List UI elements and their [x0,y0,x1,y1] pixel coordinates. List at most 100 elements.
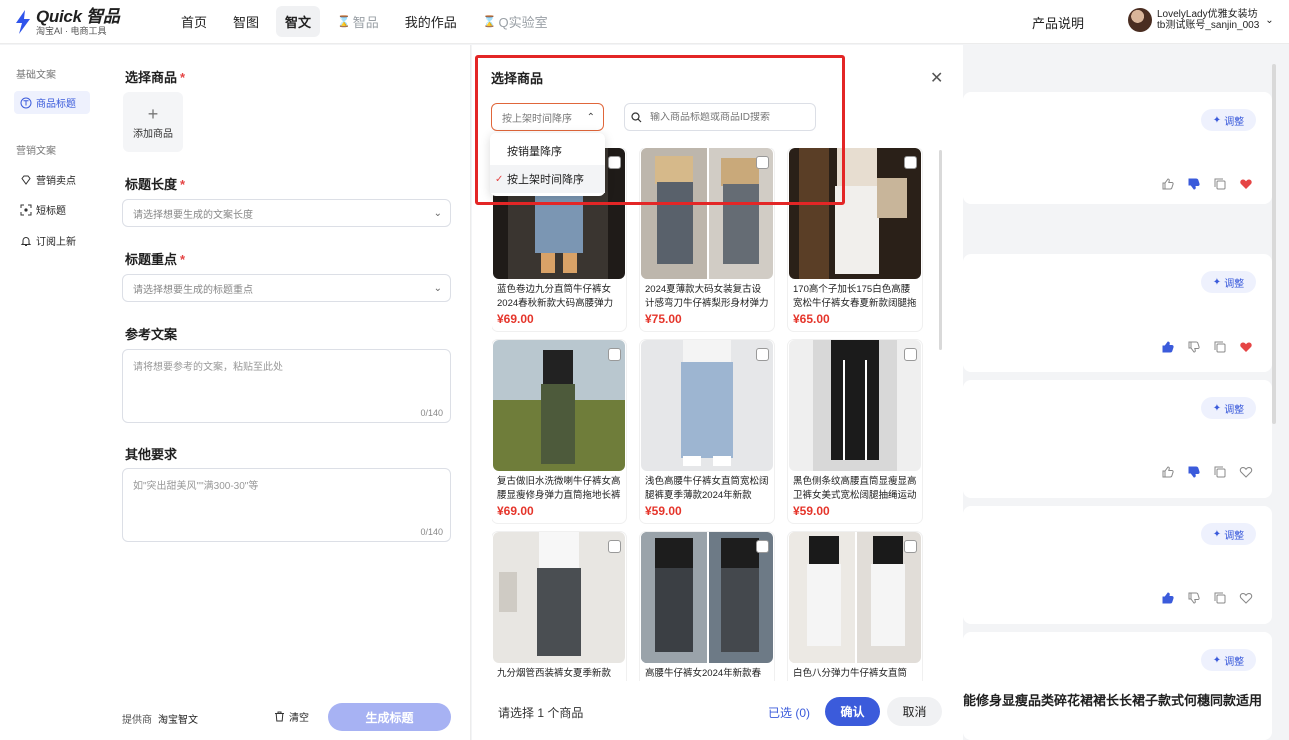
product-description-link[interactable]: 产品说明 [1032,13,1084,32]
product-checkbox[interactable] [756,540,769,553]
sort-option-sales[interactable]: 按销量降序 [490,137,605,165]
copy-icon[interactable] [1213,465,1227,479]
sparkle-icon: ✦ [1212,114,1222,126]
product-title: 黑色侧条纹高腰直筒显瘦显高卫裤女美式宽松阔腿抽绳运动裤 [793,476,917,501]
user-name: LovelyLady优雅女装坊 [1157,8,1258,20]
product-card[interactable]: 高腰牛仔裤女2024年新款春 [640,532,774,681]
result-actions [1161,591,1253,605]
product-card[interactable]: 浅色高腰牛仔裤女直筒宽松阔腿裤夏季薄款2024年新款 ¥59.00 [640,340,774,523]
sidebar-item-short-title[interactable]: 短标题 [14,198,90,221]
product-image [641,340,773,471]
result-card: ✦ 调整 [963,92,1272,204]
results-panel: ✦ 调整 ✦ 调整 ✦ 调整 ✦ 调整 ✦ 调整 能修身显瘦品类碎花裙裙长长裙子… [963,45,1289,740]
product-card[interactable]: 复古做旧水洗微喇牛仔裤女高腰显瘦修身弹力直筒拖地长裤 ¥69.00 [492,340,626,523]
product-checkbox[interactable] [904,348,917,361]
product-checkbox[interactable] [608,348,621,361]
heart-icon[interactable] [1239,177,1253,191]
sidebar-item-selling-points[interactable]: 营销卖点 [14,168,90,191]
nav-home[interactable]: 首页 [172,6,216,37]
thumbs-down-icon[interactable] [1187,465,1201,479]
sidebar-item-product-title[interactable]: 商品标题 [14,91,90,114]
copy-icon[interactable] [1213,591,1227,605]
logo[interactable]: Quick 智品 淘宝AI · 电商工具 [14,8,164,36]
add-product-button[interactable]: + 添加商品 [123,92,183,152]
confirm-button[interactable]: 确认 [825,697,880,726]
adjust-button[interactable]: ✦ 调整 [1201,649,1256,671]
product-price: ¥65.00 [793,312,830,326]
result-card: ✦ 调整 [963,254,1272,372]
results-scrollbar[interactable] [1272,64,1276,424]
reference-placeholder: 请将想要参考的文案，粘贴至此处 [133,362,283,373]
search-input[interactable] [650,111,810,123]
bell-icon [20,236,32,246]
thumbs-down-icon[interactable] [1187,591,1201,605]
clear-button[interactable]: 清空 [274,709,309,724]
product-checkbox[interactable] [904,540,917,553]
thumbs-up-icon[interactable] [1161,465,1175,479]
reference-textarea[interactable]: 请将想要参考的文案，粘贴至此处 0/140 [122,349,451,423]
result-card: ✦ 调整 [963,380,1272,498]
sidebar-item-label: 订阅上新 [36,237,76,248]
modal-scrollbar[interactable] [939,150,942,350]
product-card[interactable]: 黑色侧条纹高腰直筒显瘦显高卫裤女美式宽松阔腿抽绳运动裤 ¥59.00 [788,340,922,523]
thumbs-up-icon[interactable] [1161,340,1175,354]
sort-select[interactable]: 按上架时间降序 ⌃ [491,103,604,131]
generate-title-button[interactable]: 生成标题 [328,703,451,731]
plus-icon: + [147,103,159,124]
cancel-button[interactable]: 取消 [887,697,942,726]
product-checkbox[interactable] [756,348,769,361]
nav-lab[interactable]: ⌛ Q实验室 [474,6,557,37]
title-length-select[interactable]: 请选择想要生成的文案长度 ⌄ [122,199,451,227]
other-requirements-textarea[interactable]: 如"突出甜美风""满300-30"等 0/140 [122,468,451,542]
product-title: 复古做旧水洗微喇牛仔裤女高腰显瘦修身弹力直筒拖地长裤 [497,476,621,501]
adjust-button[interactable]: ✦ 调整 [1201,271,1256,293]
product-title: 170高个子加长175白色高腰宽松牛仔裤女春夏新款阔腿拖地 [793,284,917,309]
heart-icon[interactable] [1239,340,1253,354]
sort-value: 按上架时间降序 [502,113,572,125]
sidebar-item-subscribe[interactable]: 订阅上新 [14,229,90,252]
product-card[interactable]: 170高个子加长175白色高腰宽松牛仔裤女春夏新款阔腿拖地 ¥65.00 [788,148,922,331]
nav-my-works[interactable]: 我的作品 [396,6,466,37]
chevron-down-icon: ⌄ [433,282,442,294]
heart-outline-icon[interactable] [1239,465,1253,479]
selected-count-link[interactable]: 已选 (0) [768,704,810,721]
logo-title: Quick 智品 [36,6,120,26]
result-actions [1161,340,1253,354]
product-checkbox[interactable] [608,540,621,553]
heart-outline-icon[interactable] [1239,591,1253,605]
user-menu[interactable]: LovelyLady优雅女装坊 tb测试账号_sanjin_003 ⌄ [1128,8,1274,32]
product-price: ¥75.00 [645,312,682,326]
product-card[interactable]: 白色八分弹力牛仔裤女直筒 [788,532,922,681]
copy-icon[interactable] [1213,177,1227,191]
thumbs-down-icon[interactable] [1187,177,1201,191]
thumbs-up-icon[interactable] [1161,177,1175,191]
thumbs-up-icon[interactable] [1161,591,1175,605]
result-actions [1161,465,1253,479]
adjust-button[interactable]: ✦ 调整 [1201,523,1256,545]
sort-option-listing-time[interactable]: ✓ 按上架时间降序 [490,165,605,193]
nav-product[interactable]: ⌛ 智品 [328,6,388,37]
adjust-button[interactable]: ✦ 调整 [1201,109,1256,131]
sparkle-icon: ✦ [1212,528,1222,540]
product-checkbox[interactable] [904,156,917,169]
copy-icon[interactable] [1213,340,1227,354]
hourglass-icon: ⌛ [482,16,497,28]
nav-image[interactable]: 智图 [224,6,268,37]
title-length-placeholder: 请选择想要生成的文案长度 [133,209,253,221]
search-icon [631,111,642,122]
clear-label: 清空 [289,713,309,724]
top-navigation-bar: Quick 智品 淘宝AI · 电商工具 首页 智图 智文 ⌛ 智品 我的作品 … [0,0,1289,44]
product-checkbox[interactable] [756,156,769,169]
nav-text[interactable]: 智文 [276,6,321,37]
close-icon[interactable]: ✕ [930,68,943,88]
selection-hint: 请选择 1 个商品 [498,706,584,720]
product-card[interactable]: 2024夏薄款大码女装复古设计感弯刀牛仔裤梨形身材弹力显瘦 ¥75.00 [640,148,774,331]
nav-lab-label: Q实验室 [498,15,548,30]
thumbs-down-icon[interactable] [1187,340,1201,354]
product-search[interactable] [624,103,816,131]
product-title: 蓝色卷边九分直筒牛仔裤女2024春秋新款大码高腰弹力显瘦 [497,284,614,309]
product-card[interactable]: 九分烟管西装裤女夏季新款 [492,532,626,681]
adjust-button[interactable]: ✦ 调整 [1201,397,1256,419]
product-checkbox[interactable] [608,156,621,169]
title-focus-select[interactable]: 请选择想要生成的标题重点 ⌄ [122,274,451,302]
